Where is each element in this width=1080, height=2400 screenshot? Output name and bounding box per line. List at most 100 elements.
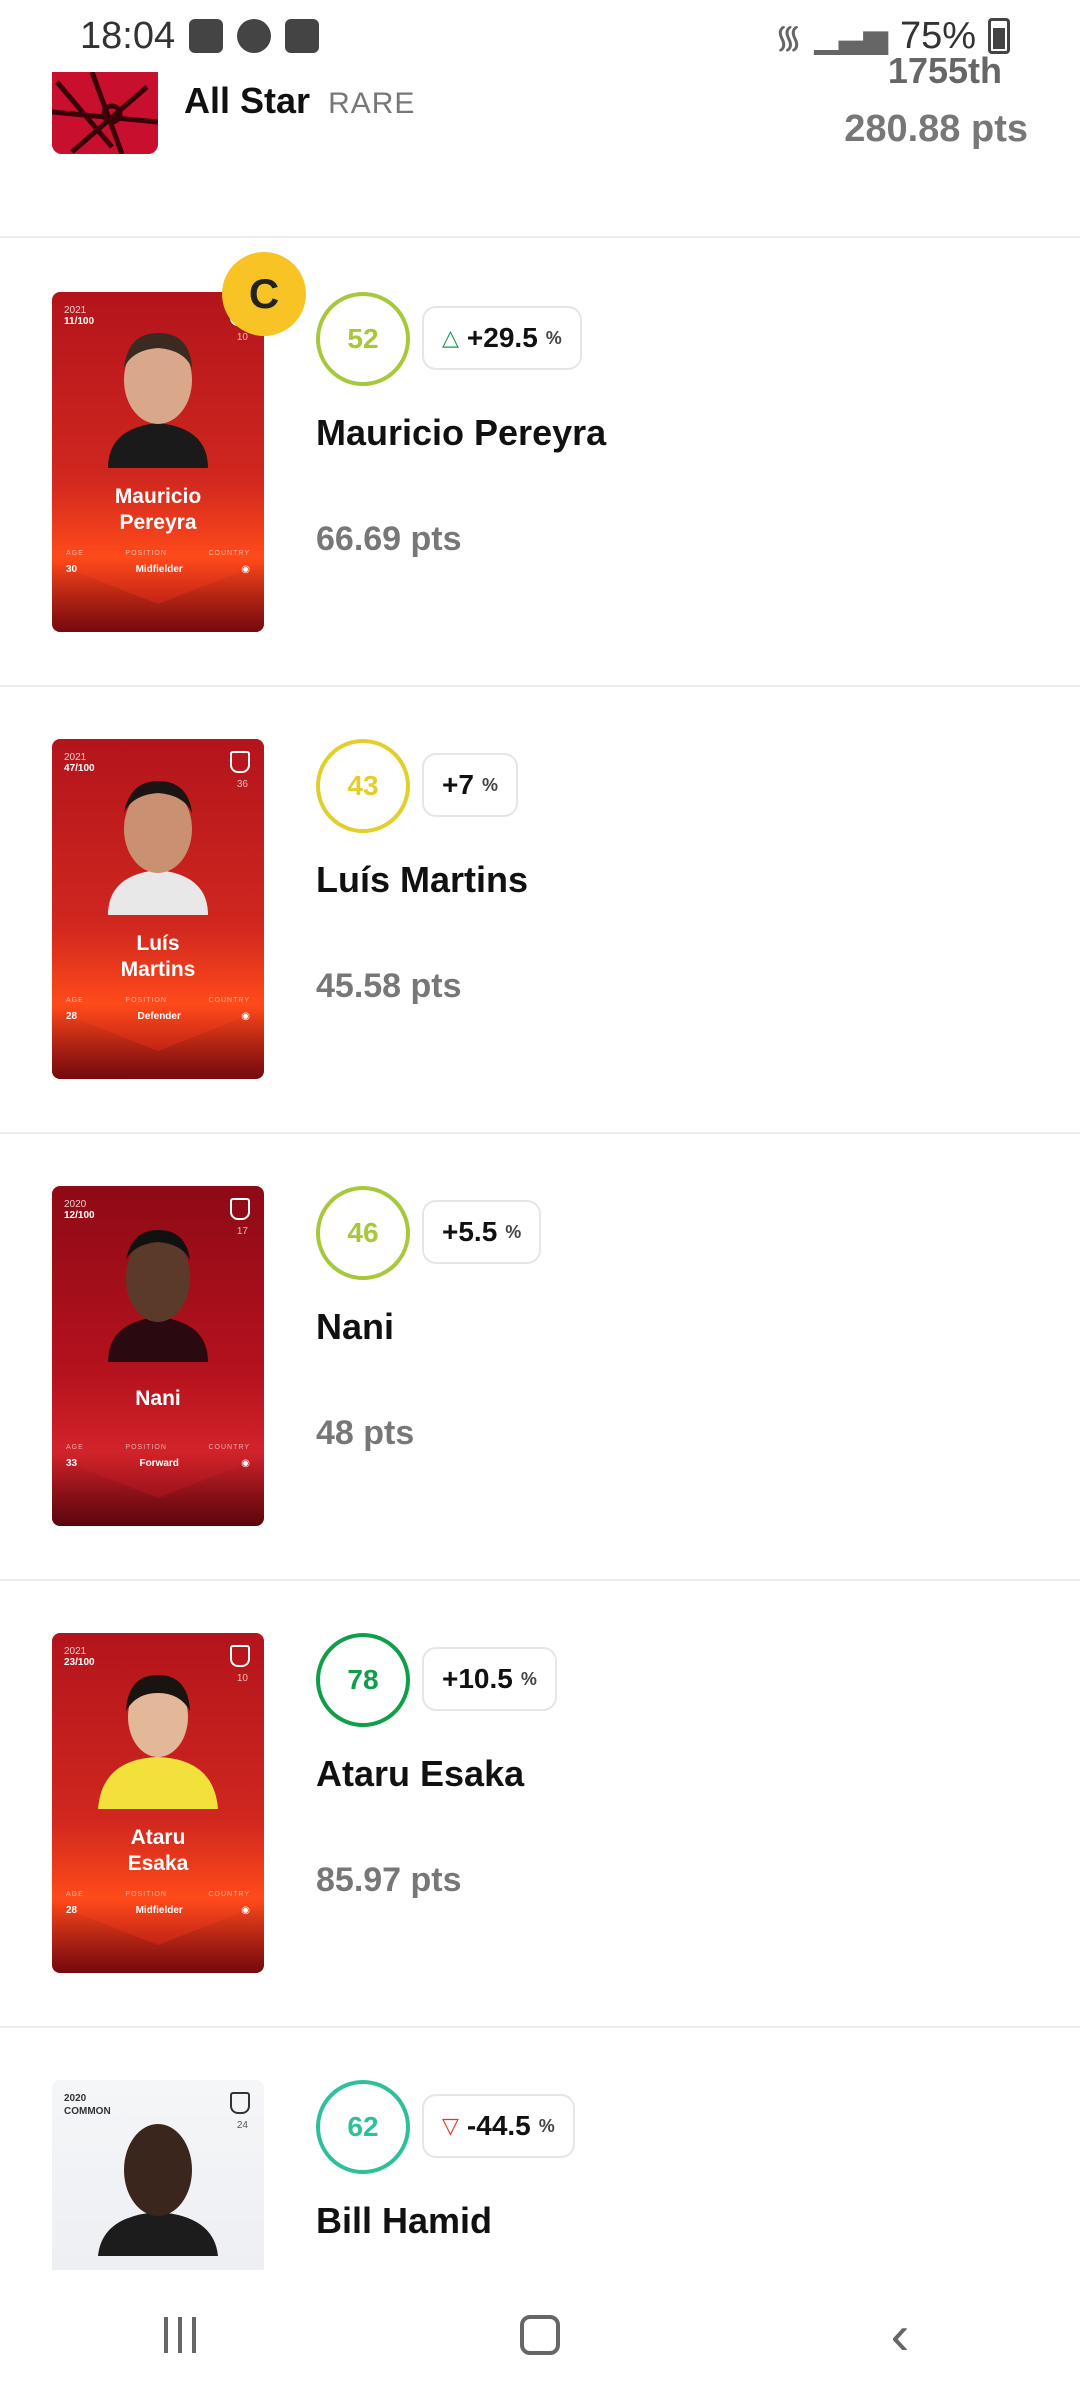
player-points: 66.69 pts — [316, 520, 462, 558]
card-player-name: Mauricio Pereyra — [114, 485, 202, 534]
recents-button[interactable] — [140, 2295, 220, 2375]
signal-icon: ▁▃▅ — [814, 18, 888, 54]
card-meta-labels: AGE POSITION COUNTRY — [66, 550, 250, 557]
players-list: 2021 11/100 10 Mauricio Pereyra AGE POSI… — [0, 240, 1080, 2400]
card-meta-values: 30 Midfielder ◉ — [66, 564, 250, 575]
lineup-score: 280.88 pts — [844, 108, 1028, 150]
bonus-chip[interactable]: +7 % — [422, 753, 518, 817]
player-card[interactable]: 2021 47/100 36 Luís Martins AGE POSITION… — [52, 739, 264, 1079]
lineup-header[interactable]: All Star RARE 1755th 280.88 pts — [0, 50, 1080, 238]
score-ring: 78 — [316, 1633, 410, 1727]
lineup-title: All Star — [184, 80, 311, 121]
arrow-down-icon: ▽ — [442, 2113, 459, 2138]
percent-icon: % — [481, 774, 498, 795]
home-icon — [520, 2315, 560, 2355]
bonus-chip[interactable]: △ +29.5 % — [422, 306, 582, 370]
lineup-rank: 1755th — [887, 50, 1002, 91]
card-label-age: AGE — [66, 550, 84, 557]
lineup-name: All Star RARE — [184, 80, 415, 122]
recents-icon — [164, 2317, 196, 2353]
card-player-name: Luís Martins — [120, 932, 196, 981]
player-photo — [108, 1230, 208, 1362]
card-label-position: POSITION — [125, 550, 167, 557]
player-photo — [98, 1675, 218, 1809]
card-season-year: 2020 — [64, 2093, 87, 2104]
card-meta-labels: AGE POSITION COUNTRY — [66, 1444, 250, 1451]
player-name: Luís Martins — [316, 859, 529, 900]
card-player-name: Nani — [135, 1387, 181, 1410]
bonus-value: +10.5 — [442, 1663, 513, 1694]
bonus-value: +29.5 — [466, 322, 538, 353]
lineup-logo — [52, 72, 158, 154]
card-label-country: COUNTRY — [208, 550, 250, 557]
lineup-logo-graphic — [52, 72, 158, 154]
player-card[interactable]: 2021 11/100 10 Mauricio Pereyra AGE POSI… — [52, 292, 264, 632]
player-photo — [108, 781, 208, 915]
score-ring: 43 — [316, 739, 410, 833]
card-label-age: AGE — [66, 997, 84, 1004]
club-badge-icon — [230, 751, 250, 773]
player-card[interactable]: 2020 12/100 17 Nani AGE POSITION COUNTRY… — [52, 1186, 264, 1526]
lineup-rarity: RARE — [328, 87, 416, 120]
percent-icon: % — [520, 1668, 537, 1689]
status-left: 18:04 — [80, 15, 320, 58]
card-label-age: AGE — [66, 1444, 84, 1451]
player-card[interactable]: 2021 23/100 10 Ataru Esaka AGE POSITION … — [52, 1633, 264, 1973]
arrow-up-icon: △ — [442, 325, 459, 350]
bonus-value: -44.5 — [466, 2110, 531, 2141]
player-name: Mauricio Pereyra — [316, 412, 607, 453]
back-button[interactable]: ‹ — [860, 2295, 940, 2375]
home-button[interactable] — [500, 2295, 580, 2375]
card-number: 10 — [236, 1673, 248, 1684]
card-number: 10 — [236, 332, 248, 343]
soccer-ball-icon — [237, 19, 272, 53]
back-icon: ‹ — [890, 2303, 910, 2366]
player-name: Ataru Esaka — [316, 1753, 525, 1794]
card-meta-values: 33 Forward ◉ — [66, 1458, 250, 1469]
card-label-country: COUNTRY — [208, 997, 250, 1004]
club-badge-icon — [230, 2092, 250, 2114]
card-meta-values: 28 Midfielder ◉ — [66, 1905, 250, 1916]
card-meta-labels: AGE POSITION COUNTRY — [66, 1891, 250, 1898]
gallery-icon — [189, 19, 224, 53]
wifi-icon: ᯾ — [774, 18, 803, 55]
player-points: 45.58 pts — [316, 967, 462, 1005]
card-meta-values: 28 Defender ◉ — [66, 1011, 250, 1022]
card-meta-labels: AGE POSITION COUNTRY — [66, 997, 250, 1004]
card-label-country: COUNTRY — [208, 1891, 250, 1898]
bonus-chip[interactable]: +10.5 % — [422, 1647, 557, 1711]
bonus-chip[interactable]: +5.5 % — [422, 1200, 542, 1264]
bonus-value: +7 — [442, 769, 474, 800]
card-position: Defender — [137, 1011, 181, 1022]
card-number: 24 — [236, 2120, 248, 2131]
card-position: Forward — [139, 1458, 179, 1469]
score-ring: 62 — [316, 2080, 410, 2174]
player-row[interactable]: 2020 12/100 17 Nani AGE POSITION COUNTRY… — [0, 1134, 1080, 1581]
system-nav-bar: ‹ — [0, 2270, 1080, 2400]
card-label-country: COUNTRY — [208, 1444, 250, 1451]
percent-icon: % — [505, 1221, 522, 1242]
player-name: Nani — [316, 1306, 395, 1347]
card-player-name: Ataru Esaka — [127, 1826, 189, 1875]
card-label-age: AGE — [66, 1891, 84, 1898]
card-position: Midfielder — [135, 1905, 183, 1916]
player-row[interactable]: 2021 11/100 10 Mauricio Pereyra AGE POSI… — [0, 240, 1080, 687]
sync-icon — [285, 19, 320, 53]
player-name: Bill Hamid — [316, 2200, 493, 2241]
player-row[interactable]: 2021 47/100 36 Luís Martins AGE POSITION… — [0, 687, 1080, 1134]
player-points: 48 pts — [316, 1414, 415, 1452]
percent-icon: % — [538, 2115, 555, 2136]
card-number: 17 — [236, 1226, 248, 1237]
card-label-position: POSITION — [125, 1444, 167, 1451]
card-position: Midfielder — [135, 564, 183, 575]
player-photo — [108, 333, 208, 468]
bonus-chip[interactable]: ▽ -44.5 % — [422, 2094, 575, 2158]
bonus-value: +5.5 — [442, 1216, 498, 1247]
player-points: 85.97 pts — [316, 1861, 462, 1899]
score-ring: 52 — [316, 292, 410, 386]
card-label-position: POSITION — [125, 1891, 167, 1898]
player-row[interactable]: 2021 23/100 10 Ataru Esaka AGE POSITION … — [0, 1581, 1080, 2028]
captain-badge: C — [222, 252, 306, 336]
club-badge-icon — [230, 1645, 250, 1667]
card-label-position: POSITION — [125, 997, 167, 1004]
